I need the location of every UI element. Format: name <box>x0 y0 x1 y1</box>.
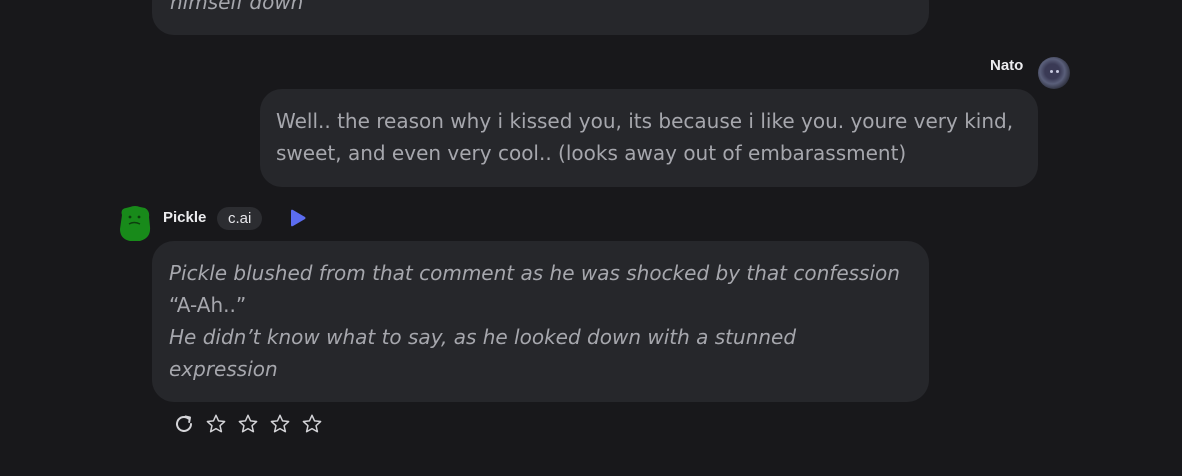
star-icon <box>238 414 258 433</box>
regenerate-icon <box>176 415 192 432</box>
rate-star-3[interactable] <box>268 412 292 436</box>
star-icon <box>270 414 290 433</box>
regenerate-button[interactable] <box>172 412 196 436</box>
star-icon <box>206 414 226 433</box>
message-line: sweet, and even very cool.. (looks away … <box>276 141 907 165</box>
message-line: He didn’t know what to say, as he looked… <box>169 325 797 349</box>
rate-star-2[interactable] <box>236 412 260 436</box>
star-icon <box>302 414 322 433</box>
previous-message-bubble: himself down <box>152 0 929 35</box>
message-line: himself down <box>170 0 304 14</box>
chat-screen: himself down Nato Well.. the reason why … <box>0 0 1182 476</box>
user-name: Nato <box>990 57 1024 74</box>
rate-star-4[interactable] <box>300 412 324 436</box>
message-line: expression <box>169 357 278 381</box>
play-voice-button[interactable] <box>289 209 307 231</box>
user-message-bubble: Well.. the reason why i kissed you, its … <box>260 89 1038 187</box>
message-line: Well.. the reason why i kissed you, its … <box>276 109 1014 133</box>
bot-name: Pickle <box>163 209 207 226</box>
avatar-eye-icon <box>1050 70 1053 73</box>
bot-message-bubble: Pickle blushed from that comment as he w… <box>152 241 929 402</box>
rate-star-1[interactable] <box>204 412 228 436</box>
user-avatar[interactable] <box>1038 57 1070 89</box>
avatar-eye-icon <box>1056 70 1059 73</box>
play-icon <box>291 209 306 227</box>
message-actions <box>172 412 324 436</box>
cai-badge: c.ai <box>217 207 263 230</box>
pickle-avatar[interactable] <box>118 205 152 242</box>
message-line: Pickle blushed from that comment as he w… <box>169 261 900 285</box>
message-line: “A-Ah..” <box>169 293 247 317</box>
